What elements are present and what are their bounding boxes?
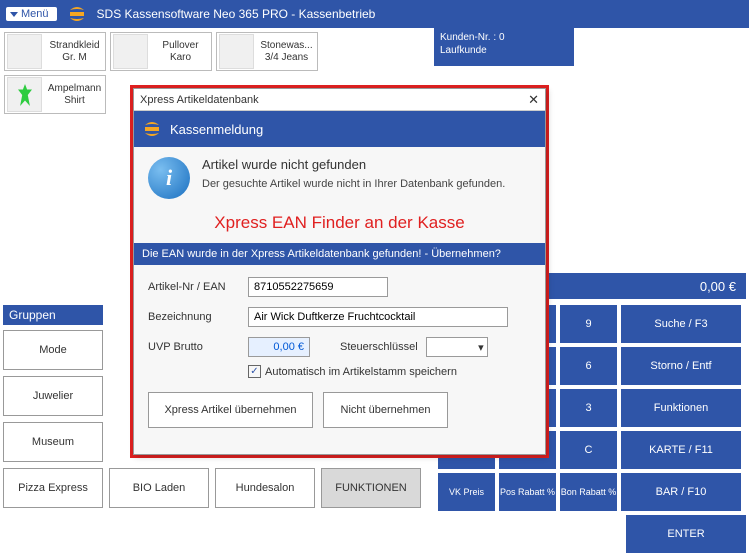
menu-button[interactable]: Menü bbox=[6, 7, 57, 21]
bar-btn[interactable]: BAR / F10 bbox=[621, 473, 741, 511]
keypad-6[interactable]: 6 bbox=[560, 347, 617, 385]
article-label: Stonewas...3/4 Jeans bbox=[258, 40, 315, 64]
group-btn[interactable]: Pizza Express bbox=[3, 468, 103, 508]
customer-name: Laufkunde bbox=[440, 45, 487, 56]
group-btn[interactable]: Hundesalon bbox=[215, 468, 315, 508]
chevron-down-icon bbox=[10, 12, 18, 17]
customer-nr-label: Kunden-Nr. : bbox=[440, 32, 496, 43]
pos-rabatt-btn[interactable]: Pos Rabatt % bbox=[499, 473, 556, 511]
form: Artikel-Nr / EAN Bezeichnung UVP Brutto … bbox=[148, 265, 531, 428]
keypad-c[interactable]: C bbox=[560, 431, 617, 469]
info-icon: i bbox=[148, 157, 190, 199]
dialog-header-title: Kassenmeldung bbox=[170, 122, 263, 137]
btn-skip[interactable]: Nicht übernehmen bbox=[323, 392, 448, 428]
group-btn[interactable]: Juwelier bbox=[3, 376, 103, 416]
checkbox-label: Automatisch im Artikelstamm speichern bbox=[265, 366, 457, 378]
dialog-titlebar: Xpress Artikeldatenbank ✕ bbox=[134, 89, 545, 111]
article-btn[interactable]: AmpelmannShirt bbox=[4, 75, 106, 114]
label-tax: Steuerschlüssel bbox=[340, 341, 418, 353]
customer-info: Kunden-Nr. : 0 Laufkunde bbox=[434, 28, 574, 66]
article-label: StrandkleidGr. M bbox=[46, 40, 103, 64]
article-row-1: StrandkleidGr. M PulloverKaro Stonewas..… bbox=[0, 28, 749, 75]
article-btn[interactable]: Stonewas...3/4 Jeans bbox=[216, 32, 318, 71]
article-btn[interactable]: PulloverKaro bbox=[110, 32, 212, 71]
storno-btn[interactable]: Storno / Entf bbox=[621, 347, 741, 385]
btn-take-article[interactable]: Xpress Artikel übernehmen bbox=[148, 392, 313, 428]
functions-btn[interactable]: FUNKTIONEN bbox=[321, 468, 421, 508]
group-btn[interactable]: Museum bbox=[3, 422, 103, 462]
input-artikelnr[interactable] bbox=[248, 277, 388, 297]
app-title: SDS Kassensoftware Neo 365 PRO - Kassenb… bbox=[97, 7, 376, 21]
keypad-3[interactable]: 3 bbox=[560, 389, 617, 427]
app-logo-icon bbox=[142, 119, 162, 139]
article-label: AmpelmannShirt bbox=[46, 83, 103, 107]
input-uvp[interactable] bbox=[248, 337, 310, 357]
groups-header: Gruppen bbox=[3, 305, 103, 325]
input-bezeichnung[interactable] bbox=[248, 307, 508, 327]
label-uvp: UVP Brutto bbox=[148, 341, 248, 353]
title-bar: Menü SDS Kassensoftware Neo 365 PRO - Ka… bbox=[0, 0, 749, 28]
article-label: PulloverKaro bbox=[152, 40, 209, 64]
article-thumb-icon bbox=[219, 34, 254, 69]
xpress-dialog: Xpress Artikeldatenbank ✕ Kassenmeldung … bbox=[133, 88, 546, 455]
app-logo-icon bbox=[67, 4, 87, 24]
checkbox-autosave[interactable]: ✓ bbox=[248, 365, 261, 378]
close-icon[interactable]: ✕ bbox=[528, 92, 539, 108]
article-thumb-icon bbox=[113, 34, 148, 69]
annotation-text: Xpress EAN Finder an der Kasse bbox=[148, 213, 531, 233]
article-thumb-icon bbox=[7, 77, 42, 112]
label-bezeichnung: Bezeichnung bbox=[148, 311, 248, 323]
dialog-window-title: Xpress Artikeldatenbank bbox=[140, 94, 259, 106]
notfound-title: Artikel wurde nicht gefunden bbox=[202, 157, 505, 172]
group-btn[interactable]: BIO Laden bbox=[109, 468, 209, 508]
bon-rabatt-btn[interactable]: Bon Rabatt % bbox=[560, 473, 617, 511]
bottom-group-row: Pizza Express BIO Laden Hundesalon FUNKT… bbox=[3, 468, 421, 508]
article-thumb-icon bbox=[7, 34, 42, 69]
ean-found-bar: Die EAN wurde in der Xpress Artikeldaten… bbox=[134, 243, 545, 265]
karte-btn[interactable]: KARTE / F11 bbox=[621, 431, 741, 469]
payment-amount: 0,00 € bbox=[700, 279, 736, 294]
label-artikelnr: Artikel-Nr / EAN bbox=[148, 281, 248, 293]
groups-list: Mode Juwelier Museum bbox=[3, 330, 103, 468]
enter-btn[interactable]: ENTER bbox=[626, 515, 746, 553]
customer-nr: 0 bbox=[499, 32, 505, 43]
notfound-subtitle: Der gesuchte Artikel wurde nicht in Ihre… bbox=[202, 178, 505, 190]
search-btn[interactable]: Suche / F3 bbox=[621, 305, 741, 343]
select-tax[interactable]: ▾ bbox=[426, 337, 488, 357]
article-btn[interactable]: StrandkleidGr. M bbox=[4, 32, 106, 71]
group-btn[interactable]: Mode bbox=[3, 330, 103, 370]
menu-label: Menü bbox=[21, 8, 49, 20]
vk-preis-btn[interactable]: VK Preis bbox=[438, 473, 495, 511]
keypad-9[interactable]: 9 bbox=[560, 305, 617, 343]
funktionen-btn[interactable]: Funktionen bbox=[621, 389, 741, 427]
dialog-body: i Artikel wurde nicht gefunden Der gesuc… bbox=[134, 147, 545, 438]
chevron-down-icon: ▾ bbox=[478, 341, 484, 354]
dialog-header: Kassenmeldung bbox=[134, 111, 545, 147]
